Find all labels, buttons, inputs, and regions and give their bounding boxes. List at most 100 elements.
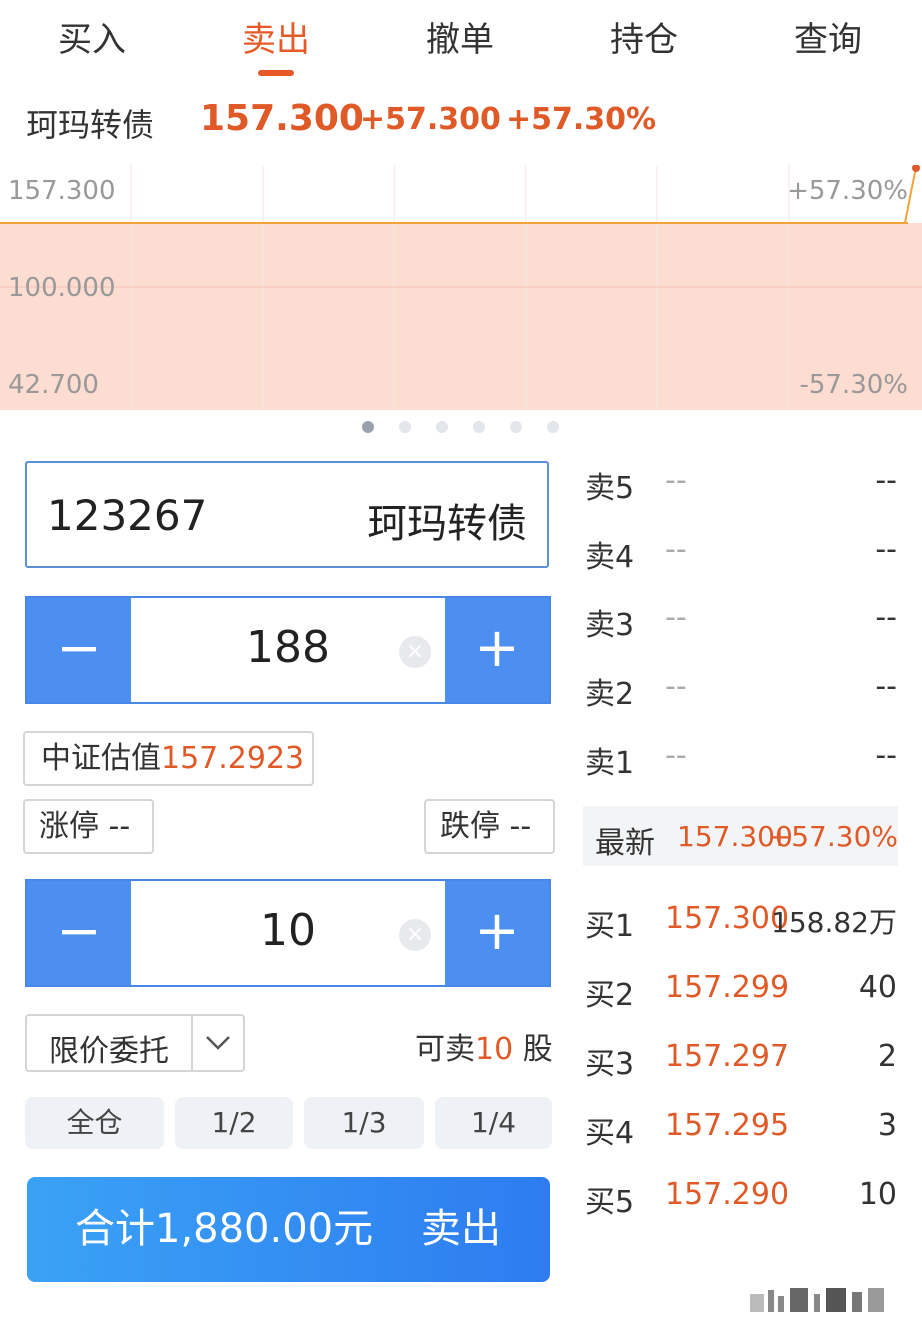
price-clear-icon[interactable]: × [399, 636, 431, 668]
ask-volume: -- [875, 600, 897, 635]
tab-query[interactable]: 查询 [758, 12, 898, 61]
bid-row-4[interactable]: 买4 157.295 3 [585, 1108, 897, 1151]
bid-price: 157.290 [665, 1177, 790, 1212]
security-code: 123267 [47, 491, 208, 540]
ask-volume: -- [875, 738, 897, 773]
security-code-input[interactable]: 123267 珂玛转债 [25, 461, 549, 568]
ask-row-3[interactable]: 卖3 -- -- [585, 600, 897, 643]
latest-pct: +57.30% [767, 820, 898, 853]
fraction-third-button[interactable]: 1/3 [304, 1097, 424, 1149]
active-tab-indicator [258, 70, 294, 76]
pager-dot-5[interactable] [510, 421, 522, 433]
select-divider [191, 1016, 193, 1070]
pager-dot-6[interactable] [547, 421, 559, 433]
ask-row-1[interactable]: 卖1 -- -- [585, 738, 897, 781]
bid-volume: 158.82万 [771, 906, 897, 939]
fraction-half-button[interactable]: 1/2 [175, 1097, 293, 1149]
ask-label: 卖3 [585, 608, 635, 643]
ask-row-5[interactable]: 卖5 -- -- [585, 463, 897, 506]
order-type-select[interactable]: 限价委托 [25, 1014, 245, 1072]
ask-volume: -- [875, 463, 897, 498]
chart-last-point [912, 165, 920, 172]
ask-row-4[interactable]: 卖4 -- -- [585, 532, 897, 575]
y-tick-max: 157.300 [8, 176, 116, 206]
pager-dot-3[interactable] [436, 421, 448, 433]
security-name: 珂玛转债 [367, 501, 527, 547]
limit-down-value: -- [509, 809, 532, 844]
latest-price-row: 最新 157.300 +57.30% [583, 806, 898, 866]
y-tick-min: 42.700 [8, 370, 99, 400]
pager-dot-1[interactable] [362, 421, 374, 433]
ask-label: 卖5 [585, 471, 635, 506]
bid-price: 157.299 [665, 970, 790, 1005]
bid-volume: 2 [877, 1039, 897, 1074]
ask-volume: -- [875, 532, 897, 567]
bid-label: 买4 [585, 1116, 635, 1151]
ask-volume: -- [875, 669, 897, 704]
sell-label: 卖出 [421, 1206, 501, 1252]
fraction-all-button[interactable]: 全仓 [25, 1097, 164, 1149]
limit-up-button[interactable]: 涨停 -- [23, 799, 154, 854]
sellable-suffix: 股 [522, 1032, 553, 1067]
quantity-input[interactable]: 10 [131, 905, 445, 956]
ask-label: 卖2 [585, 677, 635, 712]
quantity-decrease-button[interactable]: − [27, 881, 131, 985]
sellable-amount: 可卖10 股 [415, 1024, 553, 1068]
price-input[interactable]: 188 [131, 622, 445, 673]
pct-tick-min: -57.30% [799, 370, 908, 400]
tab-sell[interactable]: 卖出 [206, 12, 346, 61]
pager-dot-2[interactable] [399, 421, 411, 433]
ask-price: -- [665, 600, 687, 635]
pct-tick-max: +57.30% [787, 176, 908, 206]
quantity-stepper[interactable]: − 10 × + [25, 879, 551, 987]
tab-cancel[interactable]: 撤单 [390, 12, 530, 61]
limit-up-value: -- [108, 809, 131, 844]
bid-volume: 10 [858, 1177, 897, 1212]
bid-row-3[interactable]: 买3 157.297 2 [585, 1039, 897, 1082]
quantity-increase-button[interactable]: + [445, 881, 549, 985]
bid-volume: 40 [858, 970, 897, 1005]
price-stepper[interactable]: − 188 × + [25, 596, 551, 704]
tab-buy[interactable]: 买入 [22, 12, 162, 61]
limit-down-label: 跌停 [440, 809, 500, 844]
bid-row-5[interactable]: 买5 157.290 10 [585, 1177, 897, 1220]
quote-change: +57.300 [360, 102, 501, 137]
sellable-value: 10 [475, 1032, 514, 1067]
y-tick-mid: 100.000 [8, 273, 116, 303]
chevron-down-icon[interactable] [205, 1034, 231, 1052]
bid-label: 买1 [585, 909, 635, 944]
watermark-logo-icon [750, 1288, 884, 1312]
price-decrease-button[interactable]: − [27, 598, 131, 702]
bid-price: 157.295 [665, 1108, 790, 1143]
limit-up-label: 涨停 [39, 809, 99, 844]
quote-price: 157.300 [200, 98, 364, 139]
ask-label: 卖1 [585, 746, 635, 781]
bid-volume: 3 [877, 1108, 897, 1143]
tab-positions[interactable]: 持仓 [574, 12, 714, 61]
ask-row-2[interactable]: 卖2 -- -- [585, 669, 897, 712]
valuation-label: 中证估值 [41, 741, 161, 776]
quote-change-pct: +57.30% [506, 102, 657, 137]
fraction-quarter-button[interactable]: 1/4 [435, 1097, 552, 1149]
valuation-badge[interactable]: 中证估值157.2923 [23, 731, 314, 786]
ask-label: 卖4 [585, 540, 635, 575]
sell-submit-button[interactable]: 合计1,880.00元 卖出 [27, 1177, 550, 1282]
order-type-value: 限价委托 [49, 1034, 169, 1069]
limit-down-button[interactable]: 跌停 -- [424, 799, 555, 854]
valuation-value: 157.2923 [161, 741, 305, 776]
ask-price: -- [665, 669, 687, 704]
quantity-clear-icon[interactable]: × [399, 919, 431, 951]
bid-row-2[interactable]: 买2 157.299 40 [585, 970, 897, 1013]
ask-price: -- [665, 463, 687, 498]
pager-dot-4[interactable] [473, 421, 485, 433]
price-chart[interactable]: 157.300 100.000 42.700 +57.30% -57.30% [0, 165, 922, 410]
quote-name: 珂玛转债 [26, 106, 155, 144]
chart-fill-area [0, 223, 922, 410]
bid-label: 买5 [585, 1185, 635, 1220]
bid-row-1[interactable]: 买1 157.300 158.82万 [585, 901, 897, 944]
bid-label: 买2 [585, 978, 635, 1013]
price-increase-button[interactable]: + [445, 598, 549, 702]
order-total: 合计1,880.00元 [75, 1206, 374, 1252]
ask-price: -- [665, 532, 687, 567]
bid-price: 157.297 [665, 1039, 790, 1074]
